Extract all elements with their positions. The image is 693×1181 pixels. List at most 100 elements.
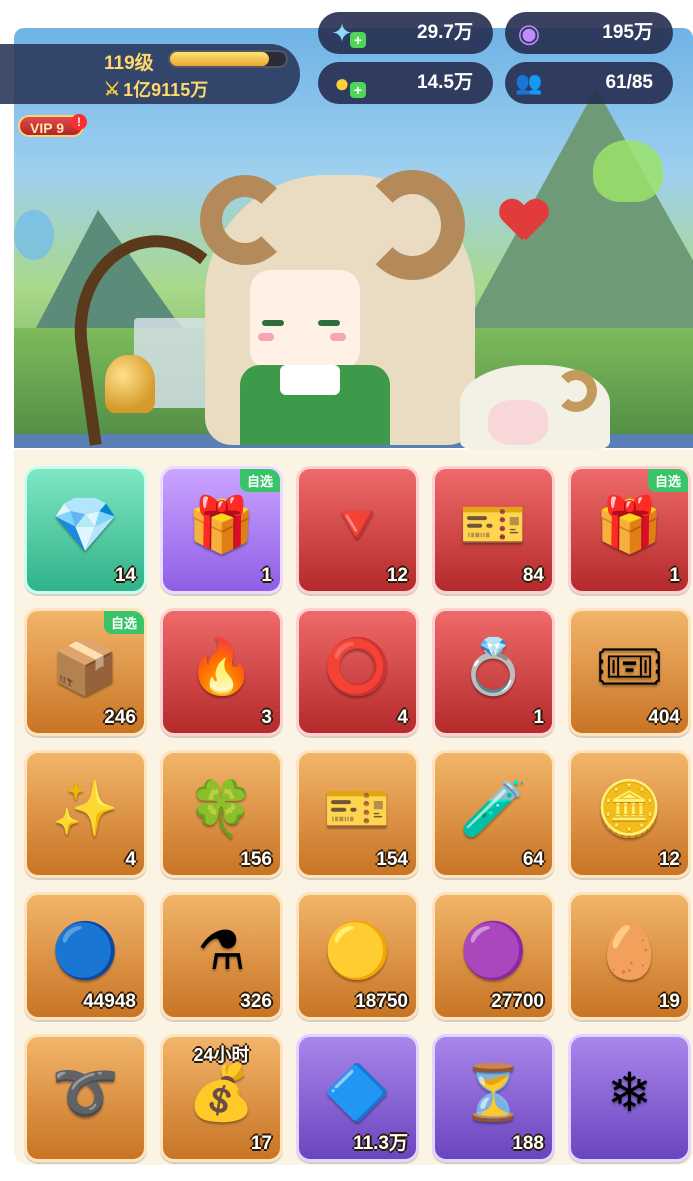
- gem-currency[interactable]: ◉ 195万: [505, 12, 673, 54]
- inventory-slot[interactable]: 💍 1: [432, 608, 555, 736]
- team-icon: 👥: [515, 70, 543, 95]
- item-count: 154: [376, 849, 408, 870]
- item-count: 156: [240, 849, 272, 870]
- inventory-slot[interactable]: 📦 自选 246: [24, 608, 147, 736]
- timer-label: 24小时: [193, 1045, 250, 1065]
- ice-crystal-icon: ❄: [606, 1063, 653, 1124]
- character-collar: [280, 365, 340, 395]
- inventory-slot[interactable]: 🧪 64: [432, 750, 555, 878]
- item-count: 4: [397, 707, 408, 728]
- star-coin-icon: 🪙: [595, 779, 664, 840]
- inventory-slot[interactable]: 🔷 11.3万: [296, 1034, 419, 1162]
- red-gift-box-icon: 🎁: [595, 495, 664, 556]
- item-count: 27700: [491, 991, 544, 1012]
- item-count: 19: [658, 991, 680, 1012]
- inventory-slot[interactable]: ⏳ 188: [432, 1034, 555, 1162]
- inventory-slot[interactable]: ⚗ 326: [160, 892, 283, 1020]
- item-count: 18750: [355, 991, 408, 1012]
- inventory-slot[interactable]: ❄: [568, 1034, 691, 1162]
- vip-alert-icon: !: [71, 114, 87, 130]
- team-capacity-value: 61/85: [605, 72, 653, 93]
- silver-token-icon: 🔵: [51, 921, 120, 982]
- fire-egg-icon: 🔥: [187, 637, 256, 698]
- character-horn-right: [360, 170, 465, 280]
- add-star-button[interactable]: +: [350, 32, 366, 48]
- inventory-slot[interactable]: 🔵 44948: [24, 892, 147, 1020]
- gold-chest-icon: 💰: [187, 1063, 256, 1124]
- feather-ring-icon: 💍: [459, 637, 528, 698]
- blue-star-crystal-icon: ✨: [51, 779, 120, 840]
- character-horn-left: [200, 175, 290, 265]
- inventory-slot[interactable]: 🟣 27700: [432, 892, 555, 1020]
- item-count: 246: [104, 707, 136, 728]
- player-level: 119级: [104, 53, 154, 74]
- treasure-chest-selectable-icon: 📦: [51, 637, 120, 698]
- experience-fill: [170, 52, 269, 66]
- inventory-slot[interactable]: 🥚 19: [568, 892, 691, 1020]
- inventory-slot[interactable]: 🎫 84: [432, 466, 555, 594]
- item-count: 84: [522, 565, 544, 586]
- item-count: 14: [114, 565, 136, 586]
- diamond-crystal-icon: 🔷: [323, 1063, 392, 1124]
- rainbow-crystal-icon: 💎: [51, 495, 120, 556]
- inventory-slot[interactable]: 🎫 154: [296, 750, 419, 878]
- inventory-slot[interactable]: 🎁 自选 1: [568, 466, 691, 594]
- lightning-potion-icon: ⚗: [197, 921, 246, 982]
- inventory-slot[interactable]: 🎁 自选 1: [160, 466, 283, 594]
- blue-slime-icon: [14, 210, 54, 260]
- item-count: 17: [250, 1133, 272, 1154]
- inventory-slot[interactable]: ✨ 4: [24, 750, 147, 878]
- selectable-tag: 自选: [647, 469, 688, 492]
- add-coin-button[interactable]: +: [350, 82, 366, 98]
- gold-ticket-icon: 🎫: [459, 495, 528, 556]
- item-count: 12: [658, 849, 680, 870]
- silver-ring-icon: ⭕: [323, 637, 392, 698]
- purple-gem-icon: ◉: [517, 17, 541, 48]
- inventory-slot[interactable]: 🟡 18750: [296, 892, 419, 1020]
- character-eye-left: [262, 320, 284, 326]
- bell-icon: [105, 355, 155, 413]
- item-count: 326: [240, 991, 272, 1012]
- purple-token-icon: 🟣: [459, 921, 528, 982]
- heart-icon: [500, 200, 548, 240]
- inventory-slot[interactable]: 🍀 156: [160, 750, 283, 878]
- gold-token-icon: 🟡: [323, 921, 392, 982]
- item-count: 1: [533, 707, 544, 728]
- combat-power: ⚔ 1亿9115万: [104, 76, 208, 102]
- inventory-slot[interactable]: 🔥 3: [160, 608, 283, 736]
- inventory-slot[interactable]: ➰: [24, 1034, 147, 1162]
- star-currency-value: 29.7万: [417, 22, 473, 43]
- item-count: 12: [386, 565, 408, 586]
- green-slime-icon: [593, 140, 663, 202]
- team-capacity[interactable]: 👥 61/85: [505, 62, 673, 104]
- inventory-slot[interactable]: 🔻 12: [296, 466, 419, 594]
- item-count: 3: [261, 707, 272, 728]
- item-count: 64: [522, 849, 544, 870]
- item-count: 1: [261, 565, 272, 586]
- inventory-slot[interactable]: 💰 24小时 17: [160, 1034, 283, 1162]
- combat-power-value: 1亿9115万: [123, 80, 209, 100]
- inventory-slot[interactable]: ⭕ 4: [296, 608, 419, 736]
- mountain-right: [453, 88, 693, 348]
- blue-ticket-icon: 🎫: [323, 779, 392, 840]
- item-count: 44948: [83, 991, 136, 1012]
- crossed-swords-icon: ⚔: [104, 78, 121, 99]
- selectable-tag: 自选: [239, 469, 280, 492]
- sheep-face: [488, 400, 548, 445]
- inventory-slot[interactable]: 🪙 12: [568, 750, 691, 878]
- dragon-egg-icon: 🥚: [595, 921, 664, 982]
- selectable-tag: 自选: [103, 611, 144, 634]
- coin-currency[interactable]: ● + 14.5万: [318, 62, 493, 104]
- item-count: 1: [669, 565, 680, 586]
- character-blush-left: [258, 333, 274, 341]
- inventory-slot[interactable]: 💎 14: [24, 466, 147, 594]
- hourglass-icon: ⏳: [459, 1063, 528, 1124]
- experience-bar: [168, 50, 288, 68]
- red-crystal-icon: 🔻: [323, 495, 392, 556]
- inventory-grid: 💎 14 🎁 自选 1 🔻 12 🎫 84 🎁 自选 1 📦 自选 246 🔥 3 ⭕ 4 💍 1 🎟 404 ✨ 4 🍀 156 🎫…: [24, 466, 691, 1162]
- inventory-slot[interactable]: 🎟 404: [568, 608, 691, 736]
- star-currency[interactable]: ✦ + 29.7万: [318, 12, 493, 54]
- gem-currency-value: 195万: [602, 22, 653, 43]
- inventory-panel: 💎 14 🎁 自选 1 🔻 12 🎫 84 🎁 自选 1 📦 自选 246 🔥 3 ⭕ 4 💍 1 🎟 404 ✨ 4 🍀 156 🎫…: [14, 450, 693, 1165]
- item-count: 404: [648, 707, 680, 728]
